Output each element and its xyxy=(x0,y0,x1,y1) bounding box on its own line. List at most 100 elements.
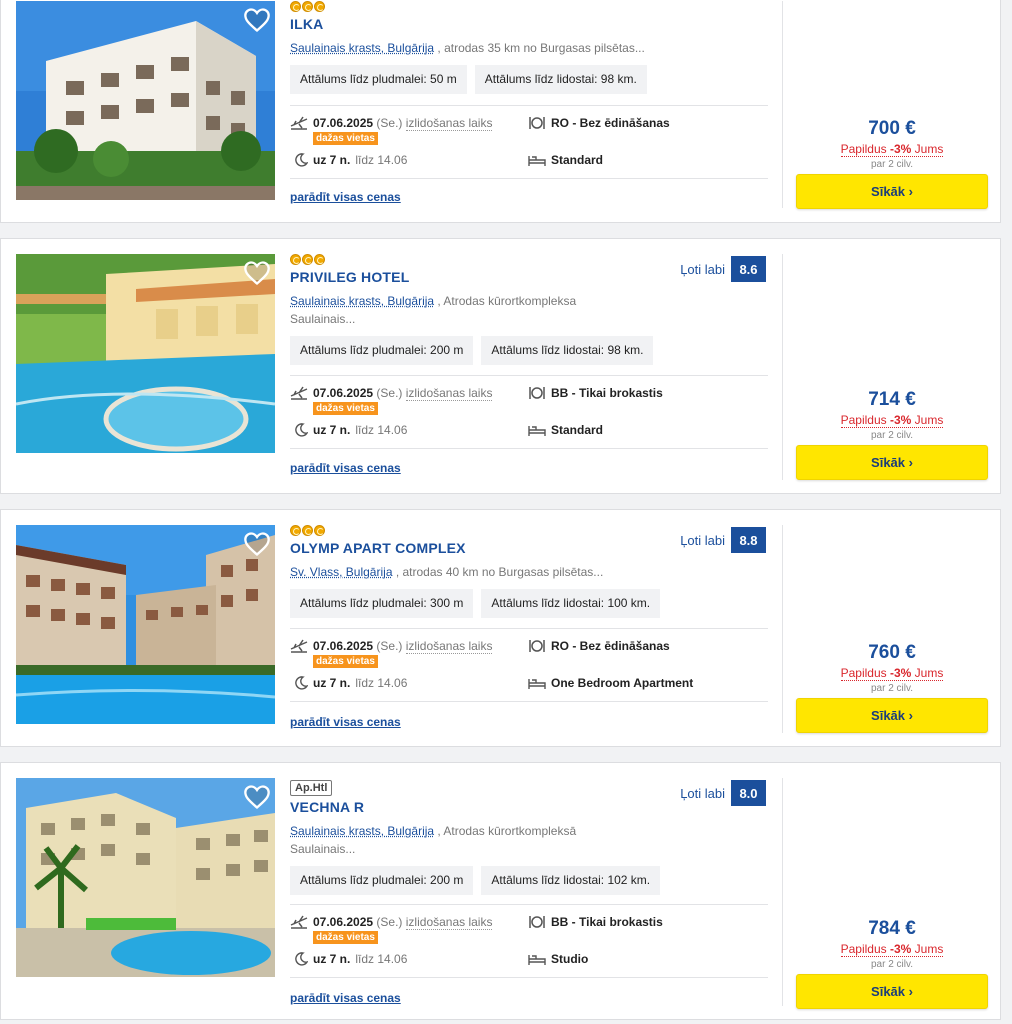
star-icon xyxy=(290,525,301,536)
meal-icon xyxy=(529,117,545,129)
details-button[interactable]: Sīkāk › xyxy=(796,174,988,209)
distance-list: Attālums līdz pludmalei: 50 m Attālums l… xyxy=(290,65,768,94)
hotel-name[interactable]: ILKA xyxy=(290,16,768,32)
offer-details: 07.06.2025 (Se.) izlidošanas laiks dažas… xyxy=(290,375,768,449)
location-link[interactable]: Sv. Vlass, Bulgārija xyxy=(290,565,393,579)
departure-time-link[interactable]: izlidošanas laiks xyxy=(405,116,493,131)
airport-distance: Attālums līdz lidostai: 98 km. xyxy=(481,336,654,365)
nights: uz 7 n. xyxy=(313,153,351,167)
price: 714 € xyxy=(868,389,916,410)
hotel-card: ILKA Saulainais krasts, Bulgārija , atro… xyxy=(0,0,1001,223)
return-date: līdz 14.06 xyxy=(355,676,408,690)
location-link[interactable]: Saulainais krasts, Bulgārija xyxy=(290,294,434,308)
duration-info: uz 7 n. līdz 14.06 xyxy=(294,952,407,966)
nights: uz 7 n. xyxy=(313,423,351,437)
departure-weekday: (Se.) xyxy=(376,915,403,929)
vertical-divider xyxy=(782,254,783,480)
favorite-heart-icon[interactable] xyxy=(243,784,271,810)
price-box: 700 € Papildus -3% Jums par 2 cilv. xyxy=(796,118,988,170)
board-type: RO - Bez ēdināšanas xyxy=(551,639,670,653)
price: 700 € xyxy=(868,118,916,139)
hotel-photo[interactable] xyxy=(16,525,275,724)
extra-prefix: Papildus xyxy=(840,666,890,680)
favorite-heart-icon[interactable] xyxy=(243,7,271,33)
board-type: RO - Bez ēdināšanas xyxy=(551,116,670,130)
extra-discount[interactable]: Papildus -3% Jums xyxy=(840,142,944,157)
favorite-heart-icon[interactable] xyxy=(243,531,271,557)
star-icon xyxy=(314,1,325,12)
star-rating xyxy=(290,254,768,266)
departure-time-link[interactable]: izlidošanas laiks xyxy=(405,639,493,654)
vertical-divider xyxy=(782,525,783,733)
few-seats-badge: dažas vietas xyxy=(313,931,378,944)
departure-date: 07.06.2025 xyxy=(313,639,374,653)
beach-distance: Attālums līdz pludmalei: 300 m xyxy=(290,589,474,618)
details-button[interactable]: Sīkāk › xyxy=(796,445,988,480)
return-date: līdz 14.06 xyxy=(355,423,408,437)
board-info: BB - Tikai brokastis xyxy=(528,386,663,400)
distance-list: Attālums līdz pludmalei: 200 m Attālums … xyxy=(290,866,768,895)
beach-distance: Attālums līdz pludmalei: 200 m xyxy=(290,866,474,895)
airport-distance: Attālums līdz lidostai: 98 km. xyxy=(474,65,647,94)
hotel-photo[interactable] xyxy=(16,254,275,453)
divider xyxy=(290,701,768,702)
hotel-location: Sv. Vlass, Bulgārija , atrodas 40 km no … xyxy=(290,563,768,581)
hotel-card: Ļoti labi 8.8 OLYMP APART COMPLEX Sv. Vl… xyxy=(0,509,1001,747)
return-date: līdz 14.06 xyxy=(355,952,408,966)
extra-prefix: Papildus xyxy=(840,942,890,956)
departure-date: 07.06.2025 xyxy=(313,915,374,929)
room-type: Studio xyxy=(551,952,589,966)
hotel-location: Saulainais krasts, Bulgārija , Atrodas k… xyxy=(290,292,768,328)
show-all-prices-link[interactable]: parādīt visas cenas xyxy=(290,715,401,729)
departure-weekday: (Se.) xyxy=(376,639,403,653)
location-description: , atrodas 40 km no Burgasas pilsētas... xyxy=(392,565,604,579)
favorite-heart-icon[interactable] xyxy=(243,260,271,286)
hotel-photo[interactable] xyxy=(16,778,275,977)
board-type: BB - Tikai brokastis xyxy=(551,386,663,400)
few-seats-badge: dažas vietas xyxy=(313,402,378,415)
hotel-name[interactable]: PRIVILEG HOTEL xyxy=(290,269,768,285)
location-link[interactable]: Saulainais krasts, Bulgārija xyxy=(290,824,434,838)
show-all-prices-link[interactable]: parādīt visas cenas xyxy=(290,461,401,475)
star-rating xyxy=(290,1,768,13)
extra-prefix: Papildus xyxy=(840,413,890,427)
discount-value: -3% xyxy=(890,413,912,427)
hotel-photo[interactable] xyxy=(16,1,275,200)
price: 760 € xyxy=(868,642,916,663)
hotel-name[interactable]: OLYMP APART COMPLEX xyxy=(290,540,768,556)
location-link[interactable]: Saulainais krasts, Bulgārija xyxy=(290,41,434,55)
details-button[interactable]: Sīkāk › xyxy=(796,698,988,733)
offer-details: 07.06.2025 (Se.) izlidošanas laiks dažas… xyxy=(290,628,768,702)
hotel-card: Ļoti labi 8.0 Ap.Htl VECHNA R Saulainais… xyxy=(0,762,1001,1020)
star-icon xyxy=(302,254,313,265)
room-type: Standard xyxy=(551,153,604,167)
extra-discount[interactable]: Papildus -3% Jums xyxy=(840,942,944,957)
bed-icon xyxy=(528,426,546,436)
star-icon xyxy=(302,525,313,536)
divider xyxy=(290,977,768,978)
plane-icon xyxy=(290,386,308,400)
show-all-prices-link[interactable]: parādīt visas cenas xyxy=(290,190,401,204)
hotel-card: Ļoti labi 8.6 PRIVILEG HOTEL Saulainais … xyxy=(0,238,1001,494)
extra-discount[interactable]: Papildus -3% Jums xyxy=(840,666,944,681)
distance-list: Attālums līdz pludmalei: 300 m Attālums … xyxy=(290,589,768,618)
board-info: BB - Tikai brokastis xyxy=(528,915,663,929)
details-button[interactable]: Sīkāk › xyxy=(796,974,988,1009)
board-info: RO - Bez ēdināšanas xyxy=(528,116,670,130)
discount-value: -3% xyxy=(890,666,912,680)
departure-time-link[interactable]: izlidošanas laiks xyxy=(405,915,493,930)
plane-icon xyxy=(290,915,308,929)
show-all-prices-link[interactable]: parādīt visas cenas xyxy=(290,991,401,1005)
extra-discount[interactable]: Papildus -3% Jums xyxy=(840,413,944,428)
duration-info: uz 7 n. līdz 14.06 xyxy=(294,676,407,690)
star-icon xyxy=(314,254,325,265)
extra-suffix: Jums xyxy=(911,142,944,156)
extra-suffix: Jums xyxy=(911,942,944,956)
divider xyxy=(290,448,768,449)
moon-icon xyxy=(295,676,308,690)
extra-prefix: Papildus xyxy=(840,142,890,156)
nights: uz 7 n. xyxy=(313,676,351,690)
hotel-name[interactable]: VECHNA R xyxy=(290,799,768,815)
beach-distance: Attālums līdz pludmalei: 200 m xyxy=(290,336,474,365)
departure-time-link[interactable]: izlidošanas laiks xyxy=(405,386,493,401)
